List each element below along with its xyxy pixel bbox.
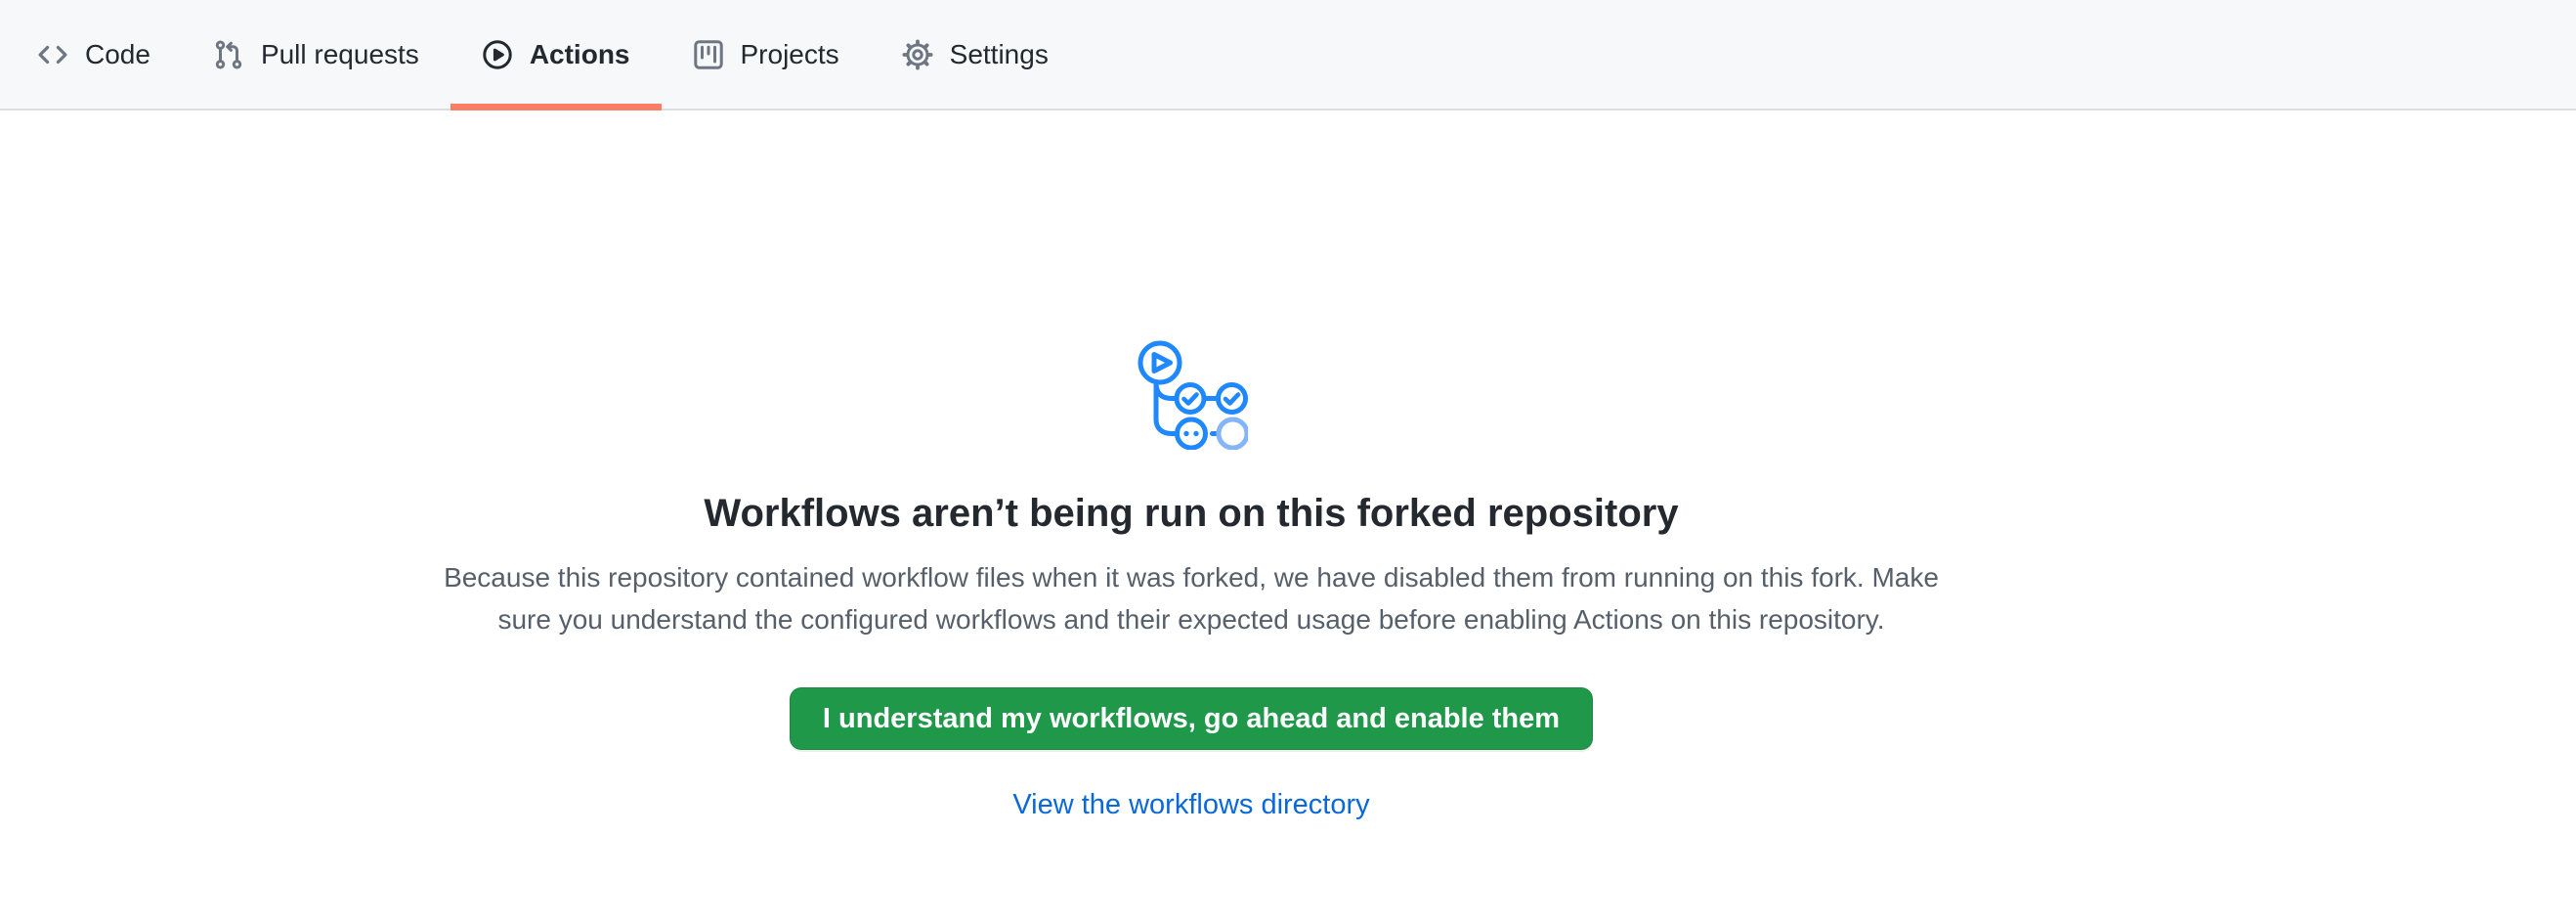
tab-projects[interactable]: Projects [662,0,871,109]
code-icon [37,39,68,70]
description-line: sure you understand the configured workf… [0,598,2383,640]
enable-workflows-button[interactable]: I understand my workflows, go ahead and … [790,687,1593,750]
repo-tab-nav: Code Pull requests Actions [0,0,2576,110]
tab-label: Code [85,41,150,68]
workflow-graph-icon [0,329,2383,455]
tab-pull-requests[interactable]: Pull requests [182,0,451,109]
gear-icon [902,39,933,70]
tab-actions[interactable]: Actions [451,0,662,109]
project-icon [693,39,724,70]
tab-settings[interactable]: Settings [871,0,1080,109]
tab-label: Actions [530,41,630,68]
description-line: Because this repository contained workfl… [0,556,2383,598]
blankslate-description: Because this repository contained workfl… [0,556,2383,640]
git-pull-request-icon [213,39,244,70]
blankslate-title: Workflows aren’t being run on this forke… [0,488,2383,539]
tab-label: Pull requests [261,41,419,68]
tab-code[interactable]: Code [6,0,182,109]
view-workflows-directory-link[interactable]: View the workflows directory [1012,789,1369,820]
tab-label: Settings [950,41,1049,68]
actions-blankslate: Workflows aren’t being run on this forke… [0,329,2383,821]
tab-label: Projects [741,41,839,68]
play-icon [482,39,513,70]
